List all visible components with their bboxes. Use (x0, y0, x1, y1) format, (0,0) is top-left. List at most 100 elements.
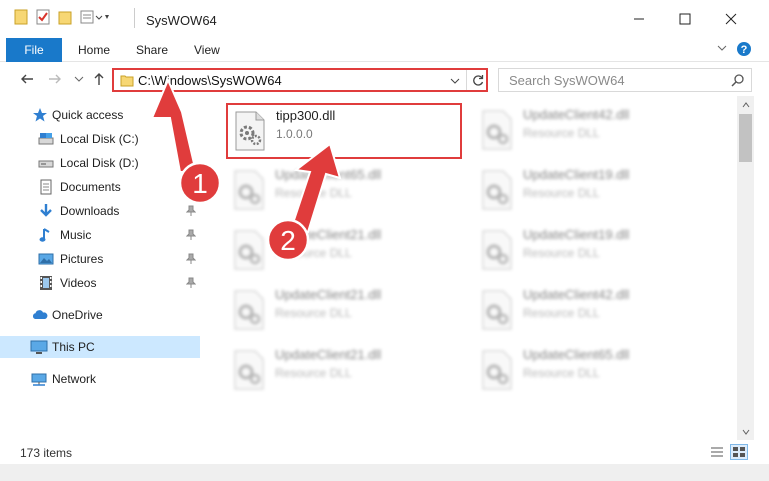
sidebar-item-this-pc[interactable]: This PC (0, 336, 200, 358)
file-item-highlighted[interactable]: tipp300.dll 1.0.0.0 (226, 103, 462, 159)
sidebar-item-network[interactable]: Network (0, 368, 200, 390)
folder-icon (14, 9, 28, 28)
file-name: UpdateClient21.dll (275, 347, 382, 362)
file-name: UpdateClient19.dll (523, 227, 630, 242)
file-item[interactable]: UpdateClient19.dll Resource DLL (475, 164, 711, 220)
file-item[interactable]: UpdateClient19.dll Resource DLL (475, 224, 711, 280)
file-item[interactable]: UpdateClient65.dll Resource DLL (227, 164, 463, 220)
file-description: Resource DLL (275, 246, 352, 260)
forward-arrow-icon (49, 74, 61, 84)
chevron-up-icon (742, 101, 749, 107)
refresh-button[interactable] (466, 70, 488, 90)
address-row: C:\Windows\SysWOW64 Search SysWOW64 (0, 62, 769, 96)
sidebar-item-label: Quick access (52, 108, 124, 122)
pin-icon[interactable] (185, 277, 197, 292)
search-input[interactable]: Search SysWOW64 (509, 73, 625, 88)
refresh-icon (472, 75, 483, 86)
file-description: Resource DLL (275, 186, 352, 200)
sidebar-item-label: Videos (60, 276, 97, 290)
pin-icon[interactable] (185, 205, 197, 220)
ribbon-tabs: File Home Share View ? (0, 38, 769, 62)
file-item[interactable]: UpdateClient21.dll Resource DLL (227, 344, 463, 400)
sidebar-item-label: This PC (52, 340, 95, 354)
tiles-view-button[interactable] (730, 444, 748, 460)
expand-ribbon-icon[interactable] (716, 42, 728, 57)
file-description: Resource DLL (523, 306, 600, 320)
sidebar-item-downloads[interactable]: Downloads (0, 200, 200, 222)
sidebar-item-music[interactable]: Music (0, 224, 200, 246)
vertical-scrollbar[interactable] (737, 96, 754, 440)
file-name: UpdateClient42.dll (523, 107, 630, 122)
back-arrow-icon (21, 74, 33, 84)
folder-icon (120, 73, 134, 90)
maximize-button[interactable] (662, 0, 708, 38)
file-item[interactable]: UpdateClient21.dll Resource DLL (227, 284, 463, 340)
sidebar-item-pictures[interactable]: Pictures (0, 248, 200, 270)
minimize-icon (634, 18, 644, 20)
address-dropdown-icon[interactable] (450, 74, 460, 88)
picture-icon (38, 251, 54, 267)
sidebar-item-local-disk-c[interactable]: Local Disk (C:) (0, 128, 200, 150)
drive-icon (38, 155, 54, 171)
back-button[interactable] (18, 70, 36, 88)
dll-file-icon (479, 350, 515, 390)
scroll-down-button[interactable] (737, 423, 754, 440)
address-path[interactable]: C:\Windows\SysWOW64 (138, 73, 282, 88)
pin-icon[interactable] (185, 181, 197, 196)
sidebar-item-quick-access[interactable]: Quick access (0, 104, 200, 126)
drive-icon (38, 131, 54, 147)
customize-toolbar-icon[interactable] (80, 9, 110, 28)
minimize-button[interactable] (616, 0, 662, 38)
computer-icon (30, 339, 48, 355)
file-item[interactable]: UpdateClient65.dll Resource DLL (475, 344, 711, 400)
title-bar: SysWOW64 (0, 0, 769, 38)
details-view-icon (711, 447, 723, 457)
pin-icon[interactable] (185, 253, 197, 268)
sidebar-item-label: OneDrive (52, 308, 103, 322)
scroll-up-button[interactable] (737, 96, 754, 113)
dll-file-icon (231, 350, 267, 390)
dll-file-icon (232, 111, 268, 151)
sidebar-item-onedrive[interactable]: OneDrive (0, 304, 200, 326)
tab-file[interactable]: File (6, 38, 62, 62)
details-view-button[interactable] (708, 444, 726, 460)
sidebar-item-label: Documents (60, 180, 121, 194)
sidebar-item-videos[interactable]: Videos (0, 272, 200, 294)
file-item[interactable]: UpdateClient42.dll Resource DLL (475, 284, 711, 340)
scroll-thumb[interactable] (739, 114, 752, 162)
tiles-view-icon (733, 447, 745, 457)
forward-button[interactable] (46, 70, 64, 88)
properties-icon[interactable] (36, 9, 50, 28)
tab-share[interactable]: Share (136, 38, 168, 62)
dll-file-icon (231, 170, 267, 210)
help-icon[interactable]: ? (736, 41, 752, 60)
up-button[interactable] (90, 70, 108, 88)
pin-icon[interactable] (185, 229, 197, 244)
file-item[interactable]: UpdateClient21.dll Resource DLL (227, 224, 463, 280)
tab-view[interactable]: View (194, 38, 220, 62)
navigation-pane: Quick access Local Disk (C:) Local Disk … (0, 96, 205, 440)
recent-locations-button[interactable] (70, 70, 88, 88)
sidebar-item-documents[interactable]: Documents (0, 176, 200, 198)
network-icon (30, 371, 47, 387)
address-bar[interactable]: C:\Windows\SysWOW64 (112, 68, 488, 92)
close-icon (725, 13, 737, 25)
search-box[interactable]: Search SysWOW64 (498, 68, 752, 92)
sidebar-item-label: Local Disk (D:) (60, 156, 139, 170)
file-name: tipp300.dll (276, 108, 336, 123)
file-name: UpdateClient42.dll (523, 287, 630, 302)
file-description: Resource DLL (523, 366, 600, 380)
star-icon (32, 107, 48, 123)
new-folder-icon[interactable] (58, 9, 72, 28)
sidebar-item-label: Local Disk (C:) (60, 132, 139, 146)
search-icon[interactable] (731, 73, 745, 90)
chevron-down-icon (74, 76, 84, 82)
file-name: UpdateClient19.dll (523, 167, 630, 182)
file-item[interactable]: UpdateClient42.dll Resource DLL (475, 104, 711, 160)
file-name: UpdateClient21.dll (275, 227, 382, 242)
tab-home[interactable]: Home (78, 38, 110, 62)
video-icon (38, 275, 54, 291)
window-bottom-edge (0, 464, 769, 481)
close-button[interactable] (708, 0, 754, 38)
sidebar-item-local-disk-d[interactable]: Local Disk (D:) (0, 152, 200, 174)
